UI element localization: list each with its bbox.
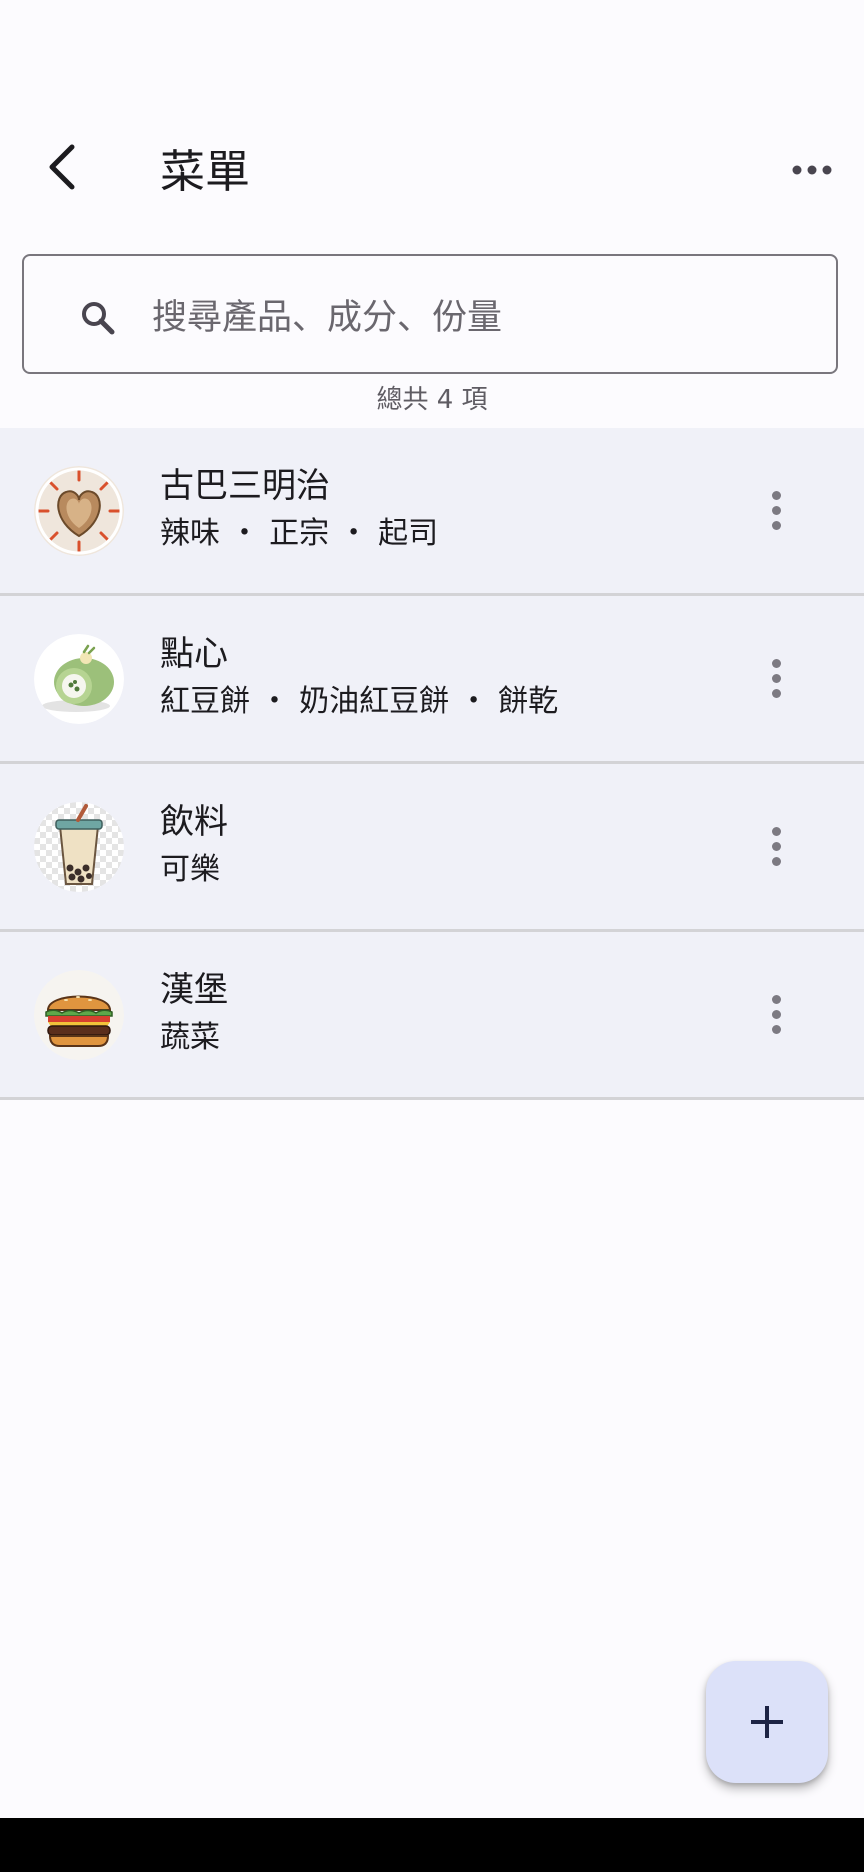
more-horiz-icon <box>792 165 832 175</box>
list-item[interactable]: 漢堡 蔬菜 <box>0 932 864 1100</box>
item-more-button[interactable] <box>752 646 800 710</box>
item-name: 飲料 <box>160 802 228 842</box>
search-input[interactable]: 搜尋產品、成分、份量 <box>22 254 838 374</box>
kebab-dot <box>771 1009 781 1019</box>
item-count: 總共 4 項 <box>376 385 488 415</box>
kebab-dot <box>771 841 781 851</box>
arrow-back-icon <box>49 144 75 190</box>
menu-list: 古巴三明治 辣味 ・ 正宗 ・ 起司 點心 紅豆餅 ・ 奶油紅豆餅 ・ 餅乾 飲… <box>0 428 864 1100</box>
kebab-dot <box>771 490 781 500</box>
search-icon <box>82 302 115 335</box>
more-options-button[interactable] <box>780 138 844 202</box>
kebab-dot <box>771 505 781 515</box>
bubble-tea-icon <box>34 802 124 892</box>
add-icon <box>751 1706 783 1738</box>
item-name: 漢堡 <box>160 970 228 1010</box>
item-subtitle: 可樂 <box>160 852 220 887</box>
item-subtitle: 辣味 ・ 正宗 ・ 起司 <box>160 516 439 551</box>
item-more-button[interactable] <box>752 814 800 878</box>
kebab-dot <box>771 658 781 668</box>
list-item[interactable]: 飲料 可樂 <box>0 764 864 932</box>
page-title: 菜單 <box>160 145 251 198</box>
list-item[interactable]: 古巴三明治 辣味 ・ 正宗 ・ 起司 <box>0 428 864 596</box>
search-placeholder: 搜尋產品、成分、份量 <box>152 298 503 338</box>
item-name: 古巴三明治 <box>160 466 330 506</box>
item-name: 點心 <box>160 634 228 674</box>
sandwich-icon <box>34 466 124 556</box>
kebab-dot <box>771 1024 781 1034</box>
item-more-button[interactable] <box>752 982 800 1046</box>
item-subtitle: 紅豆餅 ・ 奶油紅豆餅 ・ 餅乾 <box>160 684 559 719</box>
kebab-dot <box>771 856 781 866</box>
kebab-dot <box>771 994 781 1004</box>
app-bar: 菜單 <box>0 0 864 240</box>
item-more-button[interactable] <box>752 478 800 542</box>
add-item-button[interactable] <box>706 1661 828 1783</box>
system-nav-bar <box>0 1818 864 1872</box>
list-item[interactable]: 點心 紅豆餅 ・ 奶油紅豆餅 ・ 餅乾 <box>0 596 864 764</box>
kebab-dot <box>771 826 781 836</box>
kebab-dot <box>771 688 781 698</box>
cake-roll-icon <box>34 634 124 724</box>
kebab-dot <box>771 673 781 683</box>
burger-icon <box>34 970 124 1060</box>
kebab-dot <box>771 520 781 530</box>
item-subtitle: 蔬菜 <box>160 1020 220 1055</box>
back-button[interactable] <box>30 135 94 199</box>
